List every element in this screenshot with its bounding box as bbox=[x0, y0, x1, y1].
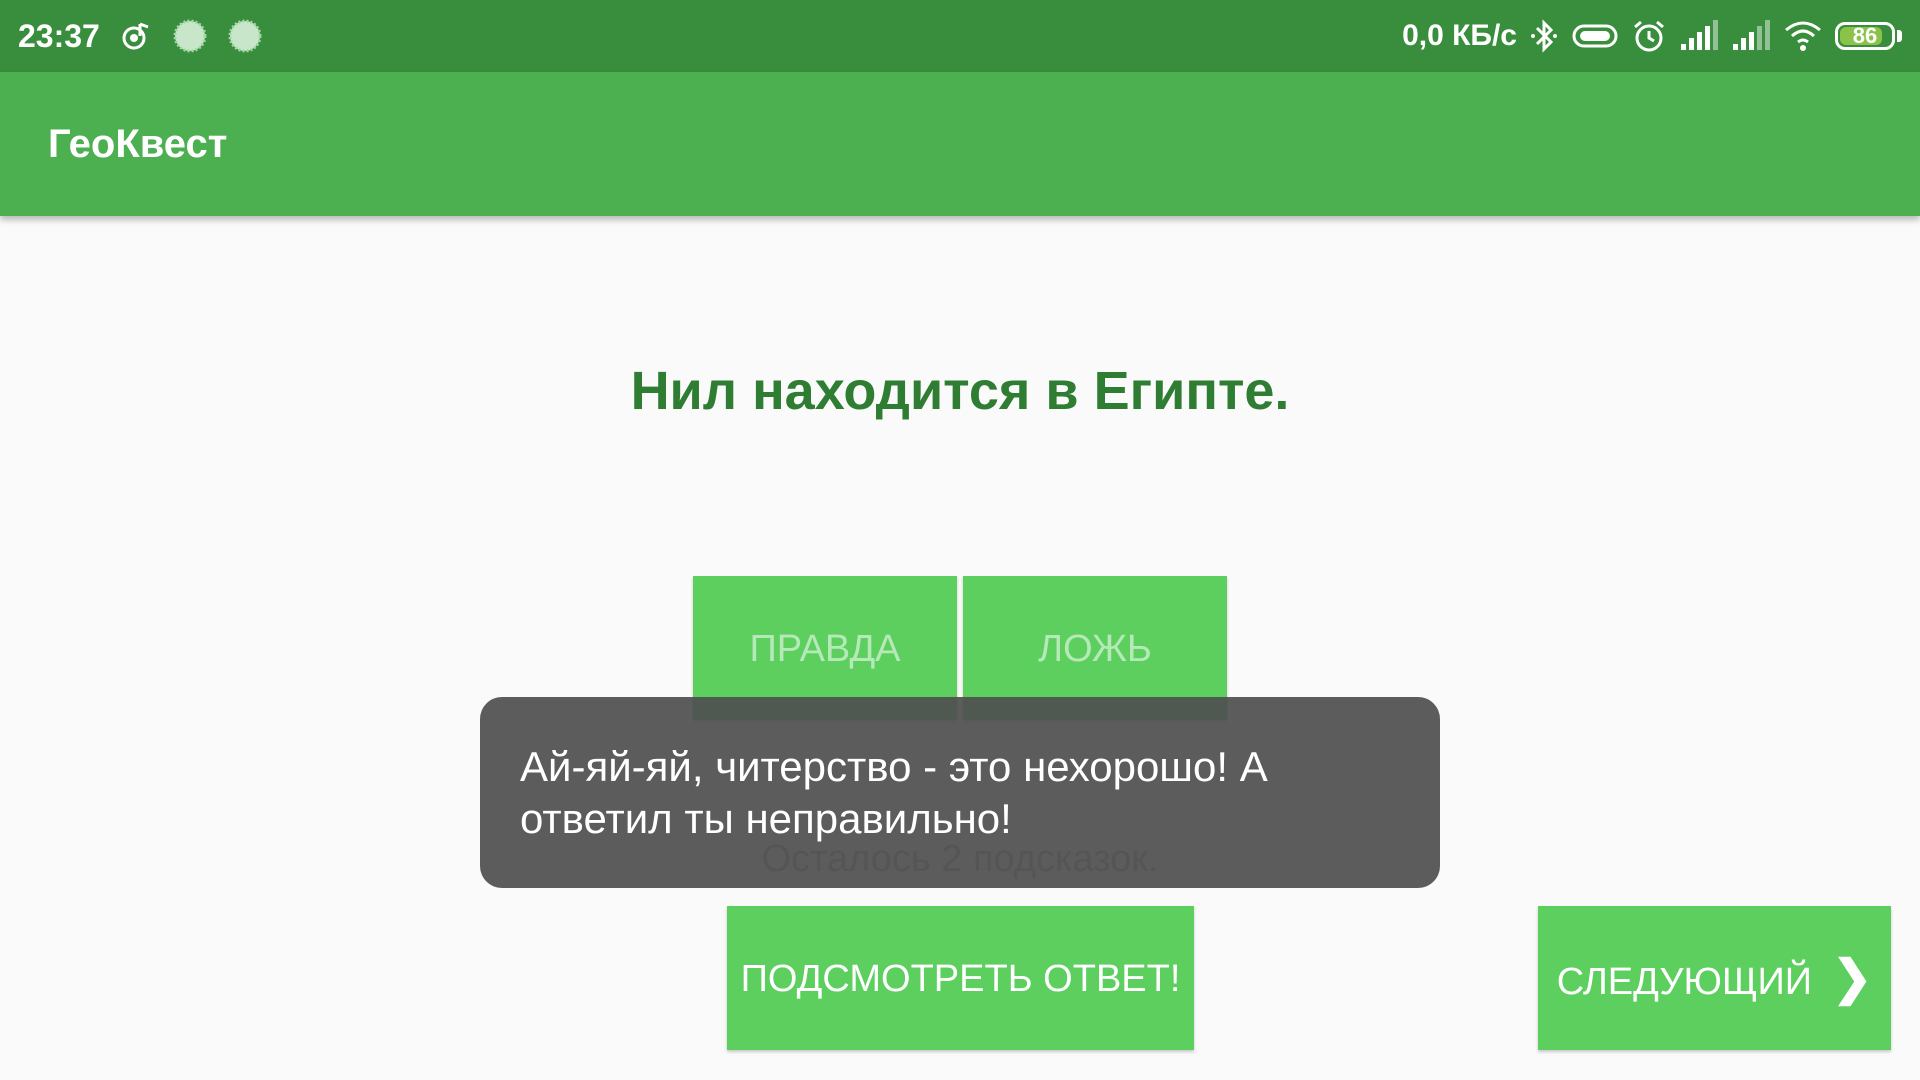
status-right-cluster: 0,0 КБ/с 86 bbox=[1402, 0, 1902, 72]
signal-icon bbox=[1681, 20, 1718, 50]
question-text: Нил находится в Египте. bbox=[630, 361, 1290, 421]
next-button-label: СЛЕДУЮЩИЙ bbox=[1556, 961, 1813, 1003]
status-time: 23:37 bbox=[18, 18, 100, 54]
alarm-icon bbox=[1634, 20, 1664, 52]
chevron-right-icon: ❯ bbox=[1832, 952, 1873, 1005]
toast-message: Ай-яй-яй, читерство - это нехорошо! А от… bbox=[480, 697, 1440, 888]
battery-tip bbox=[1897, 30, 1902, 42]
music-note-icon bbox=[122, 22, 149, 50]
app-title: ГеоКвест bbox=[48, 122, 228, 166]
loading-icon bbox=[228, 19, 262, 53]
battery-icon: 86 bbox=[1835, 22, 1895, 50]
network-speed: 0,0 КБ/с bbox=[1402, 19, 1517, 52]
wifi-icon bbox=[1785, 21, 1821, 51]
next-button[interactable]: СЛЕДУЮЩИЙ ❯ bbox=[1538, 906, 1891, 1050]
battery-level: 86 bbox=[1852, 23, 1878, 48]
toggle-icon bbox=[1572, 24, 1618, 48]
bluetooth-icon bbox=[1531, 19, 1557, 53]
app-bar: ГеоКвест bbox=[0, 72, 1920, 216]
loading-icon bbox=[173, 19, 207, 53]
peek-answer-button[interactable]: ПОДСМОТРЕТЬ ОТВЕТ! bbox=[727, 906, 1194, 1050]
signal-icon bbox=[1733, 20, 1770, 50]
status-bar: 23:37 0,0 КБ/с 86 bbox=[0, 0, 1920, 72]
